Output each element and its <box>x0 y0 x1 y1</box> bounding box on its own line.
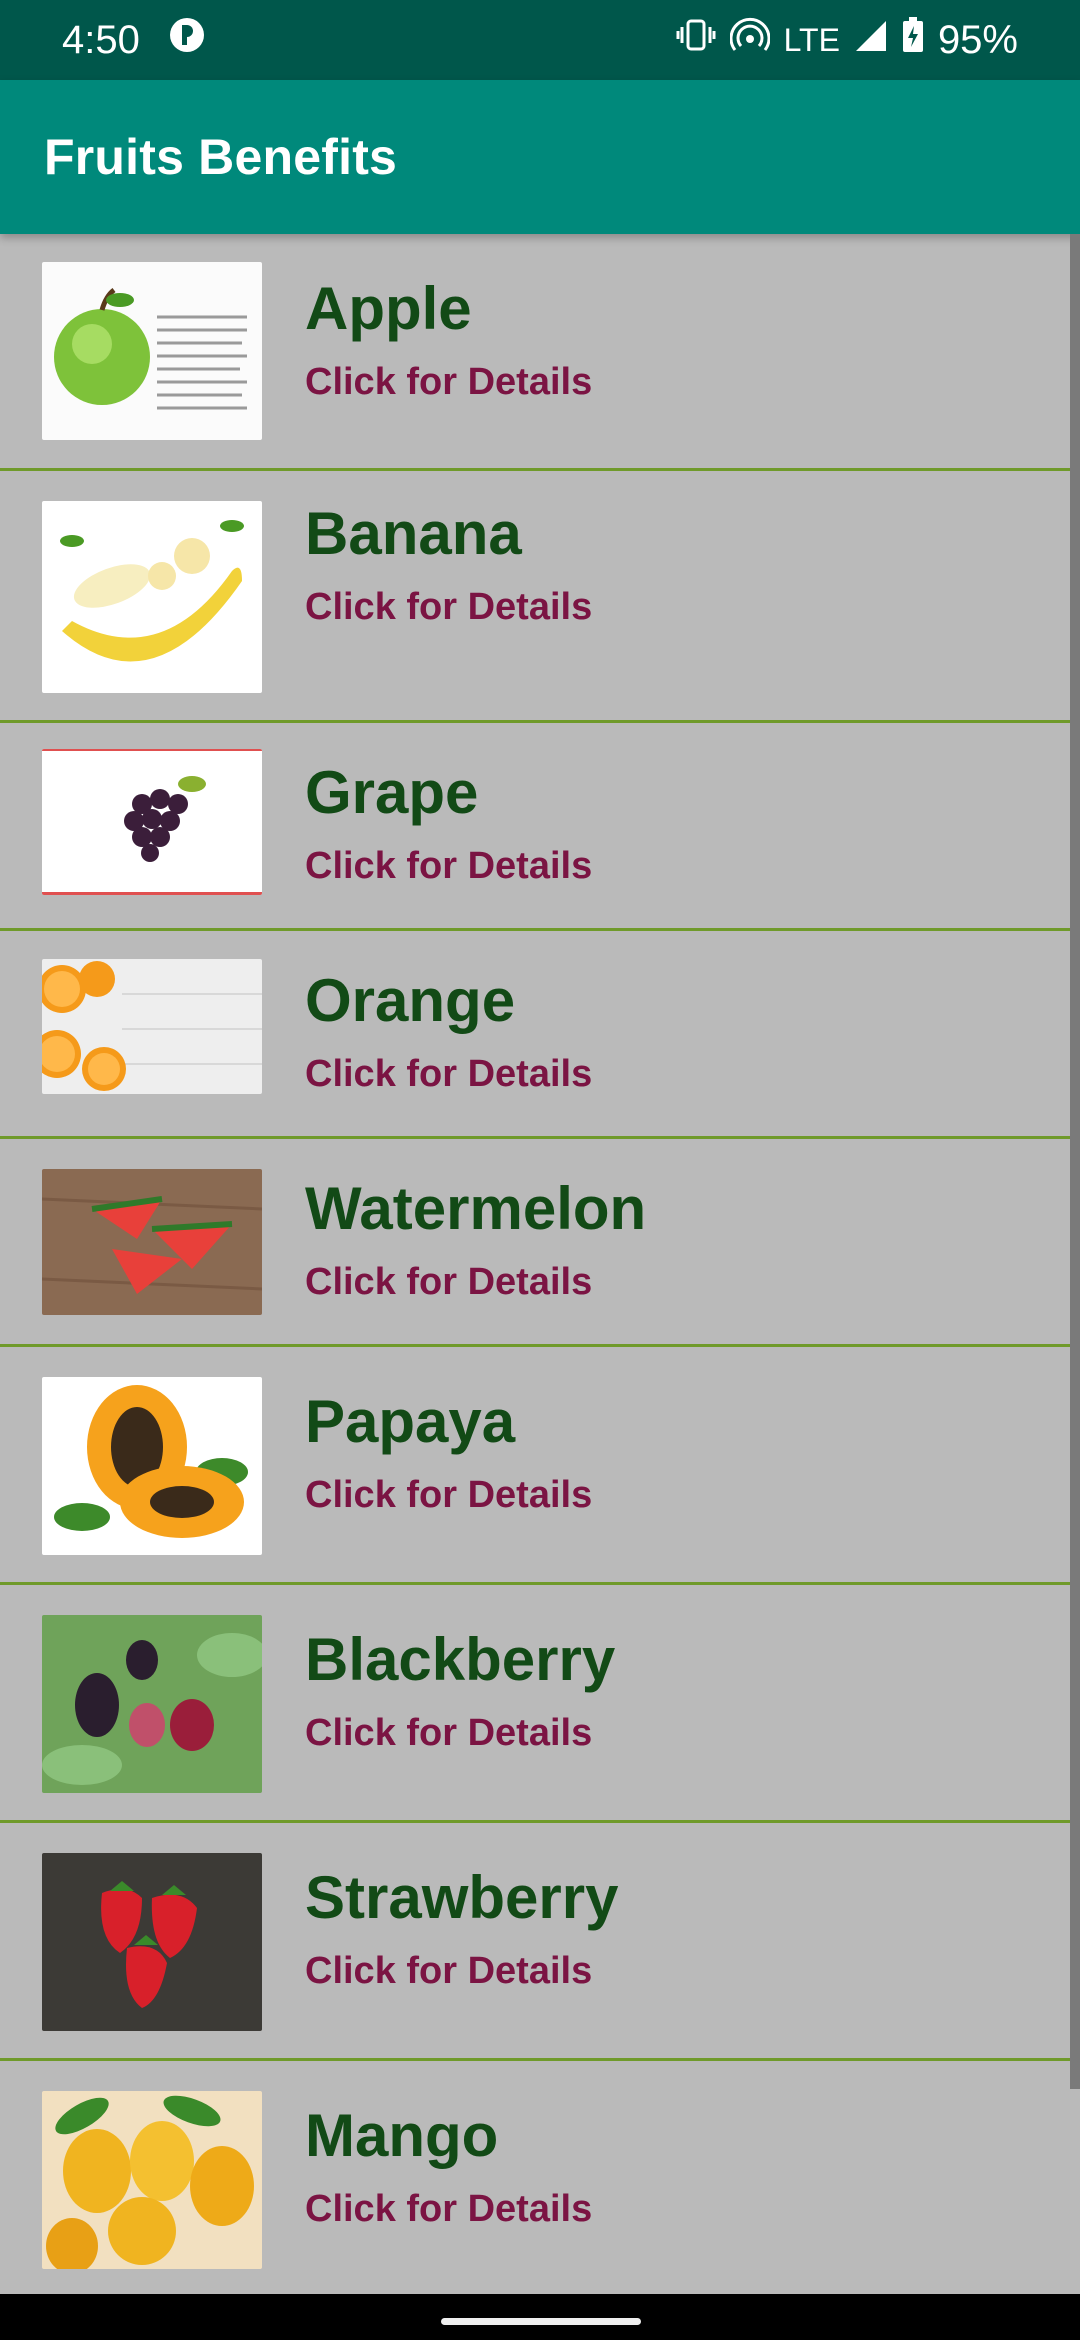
vibrate-icon <box>676 17 716 63</box>
battery-percent: 95% <box>937 17 1018 62</box>
details-link[interactable]: Click for Details <box>305 2188 592 2231</box>
list-item-mango[interactable]: Mango Click for Details <box>0 2061 1080 2294</box>
details-link[interactable]: Click for Details <box>305 1261 592 1304</box>
status-bar: 4:50 LTE 95% <box>0 0 1080 80</box>
app-bar: Fruits Benefits <box>0 80 1080 234</box>
list-item-banana[interactable]: Banana Click for Details <box>0 471 1080 723</box>
list-item-apple[interactable]: Apple Click for Details <box>0 234 1080 471</box>
list-item-blackberry[interactable]: Blackberry Click for Details <box>0 1585 1080 1823</box>
banana-thumbnail <box>42 501 262 693</box>
details-link[interactable]: Click for Details <box>305 1053 592 1096</box>
fruit-name: Blackberry <box>305 1626 616 1693</box>
cell-signal-icon <box>854 18 888 63</box>
navigation-bar <box>0 2294 1080 2340</box>
page-title: Fruits Benefits <box>44 129 398 185</box>
list-scrollbar[interactable] <box>1070 234 1080 2089</box>
apple-thumbnail <box>42 262 262 440</box>
details-link[interactable]: Click for Details <box>305 586 592 629</box>
fruit-name: Strawberry <box>305 1864 619 1931</box>
fruit-name: Watermelon <box>305 1175 647 1242</box>
fruit-list[interactable]: Apple Click for Details Banana Click for… <box>0 234 1080 2294</box>
list-item-grape[interactable]: Grape Click for Details <box>0 723 1080 931</box>
list-item-papaya[interactable]: Papaya Click for Details <box>0 1347 1080 1585</box>
blackberry-thumbnail <box>42 1615 262 1793</box>
list-item-watermelon[interactable]: Watermelon Click for Details <box>0 1139 1080 1347</box>
app-notification-icon <box>168 16 206 64</box>
watermelon-thumbnail <box>42 1169 262 1315</box>
mango-thumbnail <box>42 2091 262 2269</box>
list-item-strawberry[interactable]: Strawberry Click for Details <box>0 1823 1080 2061</box>
fruit-name: Mango <box>305 2102 499 2169</box>
fruit-name: Apple <box>305 275 472 342</box>
status-time: 4:50 <box>62 17 140 62</box>
details-link[interactable]: Click for Details <box>305 845 592 888</box>
details-link[interactable]: Click for Details <box>305 1712 592 1755</box>
fruit-name: Banana <box>305 500 522 567</box>
papaya-thumbnail <box>42 1377 262 1555</box>
details-link[interactable]: Click for Details <box>305 1474 592 1517</box>
orange-thumbnail <box>42 959 262 1094</box>
details-link[interactable]: Click for Details <box>305 361 592 404</box>
hotspot-icon <box>729 17 771 63</box>
network-type-label: LTE <box>783 21 840 58</box>
fruit-name: Orange <box>305 967 516 1034</box>
strawberry-thumbnail <box>42 1853 262 2031</box>
details-link[interactable]: Click for Details <box>305 1950 592 1993</box>
fruit-name: Grape <box>305 759 479 826</box>
list-item-orange[interactable]: Orange Click for Details <box>0 931 1080 1139</box>
grape-thumbnail <box>42 749 262 895</box>
battery-icon <box>902 17 924 63</box>
home-gesture-handle[interactable] <box>441 2318 641 2325</box>
fruit-name: Papaya <box>305 1388 516 1455</box>
